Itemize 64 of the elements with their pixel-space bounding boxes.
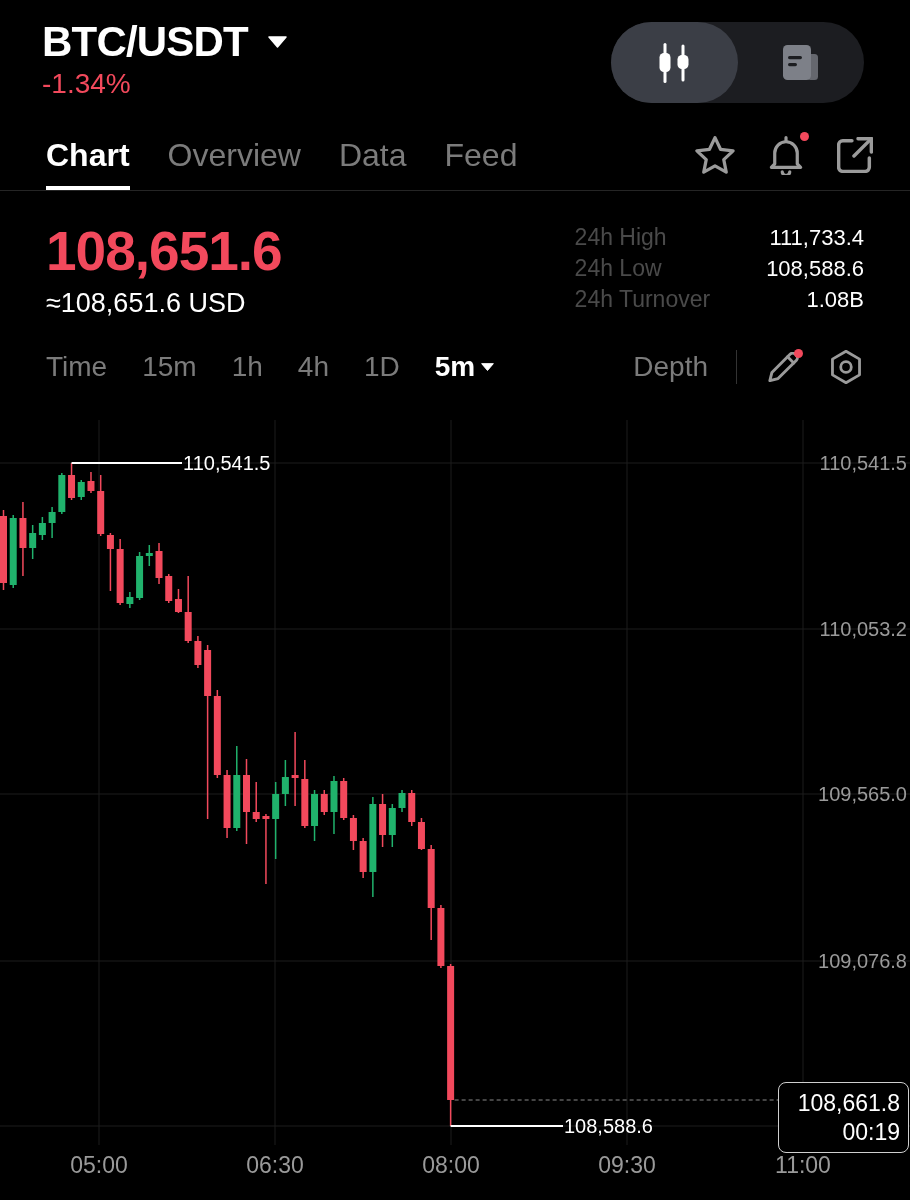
last-price-value: 108,661.8 [797, 1088, 900, 1118]
falling-candle [252, 781, 260, 823]
rising-candle [388, 803, 396, 848]
price-change-text: -1.34% [42, 68, 132, 100]
interval-tab[interactable]: 5m [434, 350, 495, 384]
caret-icon [267, 36, 287, 48]
rising-candle [330, 775, 338, 835]
interval-tab[interactable]: 1h [231, 350, 263, 384]
falling-candle [184, 575, 192, 644]
interval-tab[interactable]: 15m [142, 350, 197, 384]
last-price-text: 108,651.6 [46, 221, 282, 281]
nav-tab[interactable]: Overview [167, 124, 301, 190]
stat-label: 24h High [574, 223, 668, 252]
converted-price-text: ≈108,651.6 USD [46, 287, 247, 319]
price-axis-label: 110,053.2 [819, 618, 907, 640]
trading-pair-title[interactable]: BTC/USDT [42, 18, 248, 66]
interval-tab[interactable]: Time [46, 350, 108, 384]
candle-countdown: 00:19 [842, 1117, 900, 1147]
share-icon[interactable] [837, 137, 873, 173]
nav-tab[interactable]: Feed [444, 124, 518, 190]
interval-tab[interactable]: 4h [297, 350, 329, 384]
high-price-label: 110,541.5 [183, 452, 271, 474]
pencil-icon[interactable] [768, 352, 799, 382]
time-axis-label: 08:00 [422, 1152, 480, 1178]
time-axis-label: 05:00 [70, 1152, 128, 1178]
rising-candle [77, 479, 85, 501]
falling-candle [194, 635, 202, 669]
stat-label: 24h Low [574, 254, 663, 283]
document-icon [783, 45, 819, 80]
bell-icon[interactable] [767, 135, 805, 175]
low-price-label: 108,588.6 [564, 1115, 653, 1137]
rising-candle [58, 472, 66, 515]
stat-value: 111,733.4 [768, 224, 864, 252]
falling-candle [437, 904, 445, 969]
rising-candle [126, 591, 134, 609]
falling-candle [379, 793, 387, 848]
falling-candle [301, 759, 309, 829]
interval-tab[interactable]: 1D [363, 350, 400, 384]
falling-candle [87, 471, 95, 494]
falling-candle [262, 813, 270, 885]
depth-button[interactable]: Depth [633, 350, 708, 384]
nav-tab[interactable]: Chart [46, 124, 130, 190]
stat-value: 1.08B [805, 286, 864, 314]
falling-candle [223, 769, 231, 839]
star-icon[interactable] [695, 136, 735, 174]
falling-candle [320, 789, 328, 816]
nav-tab[interactable]: Data [338, 124, 407, 190]
falling-candle [116, 538, 124, 606]
price-axis-label: 109,076.8 [818, 950, 907, 972]
candlestick-icon [657, 42, 692, 83]
rising-candle [398, 789, 406, 813]
price-axis-label: 109,565.0 [818, 783, 907, 805]
falling-candle [155, 542, 163, 585]
stat-value: 108,588.6 [766, 255, 864, 283]
price-axis-label: 110,541.5 [819, 452, 907, 474]
time-axis-label: 06:30 [246, 1152, 304, 1178]
settings-icon[interactable] [829, 350, 863, 384]
time-axis-label: 09:30 [598, 1152, 656, 1178]
rising-candle [48, 506, 56, 539]
time-axis-label: 11:00 [775, 1152, 831, 1178]
falling-candle [359, 837, 367, 879]
falling-candle [68, 462, 76, 501]
stat-label: 24h Turnover [574, 285, 711, 314]
rising-candle [311, 789, 319, 842]
